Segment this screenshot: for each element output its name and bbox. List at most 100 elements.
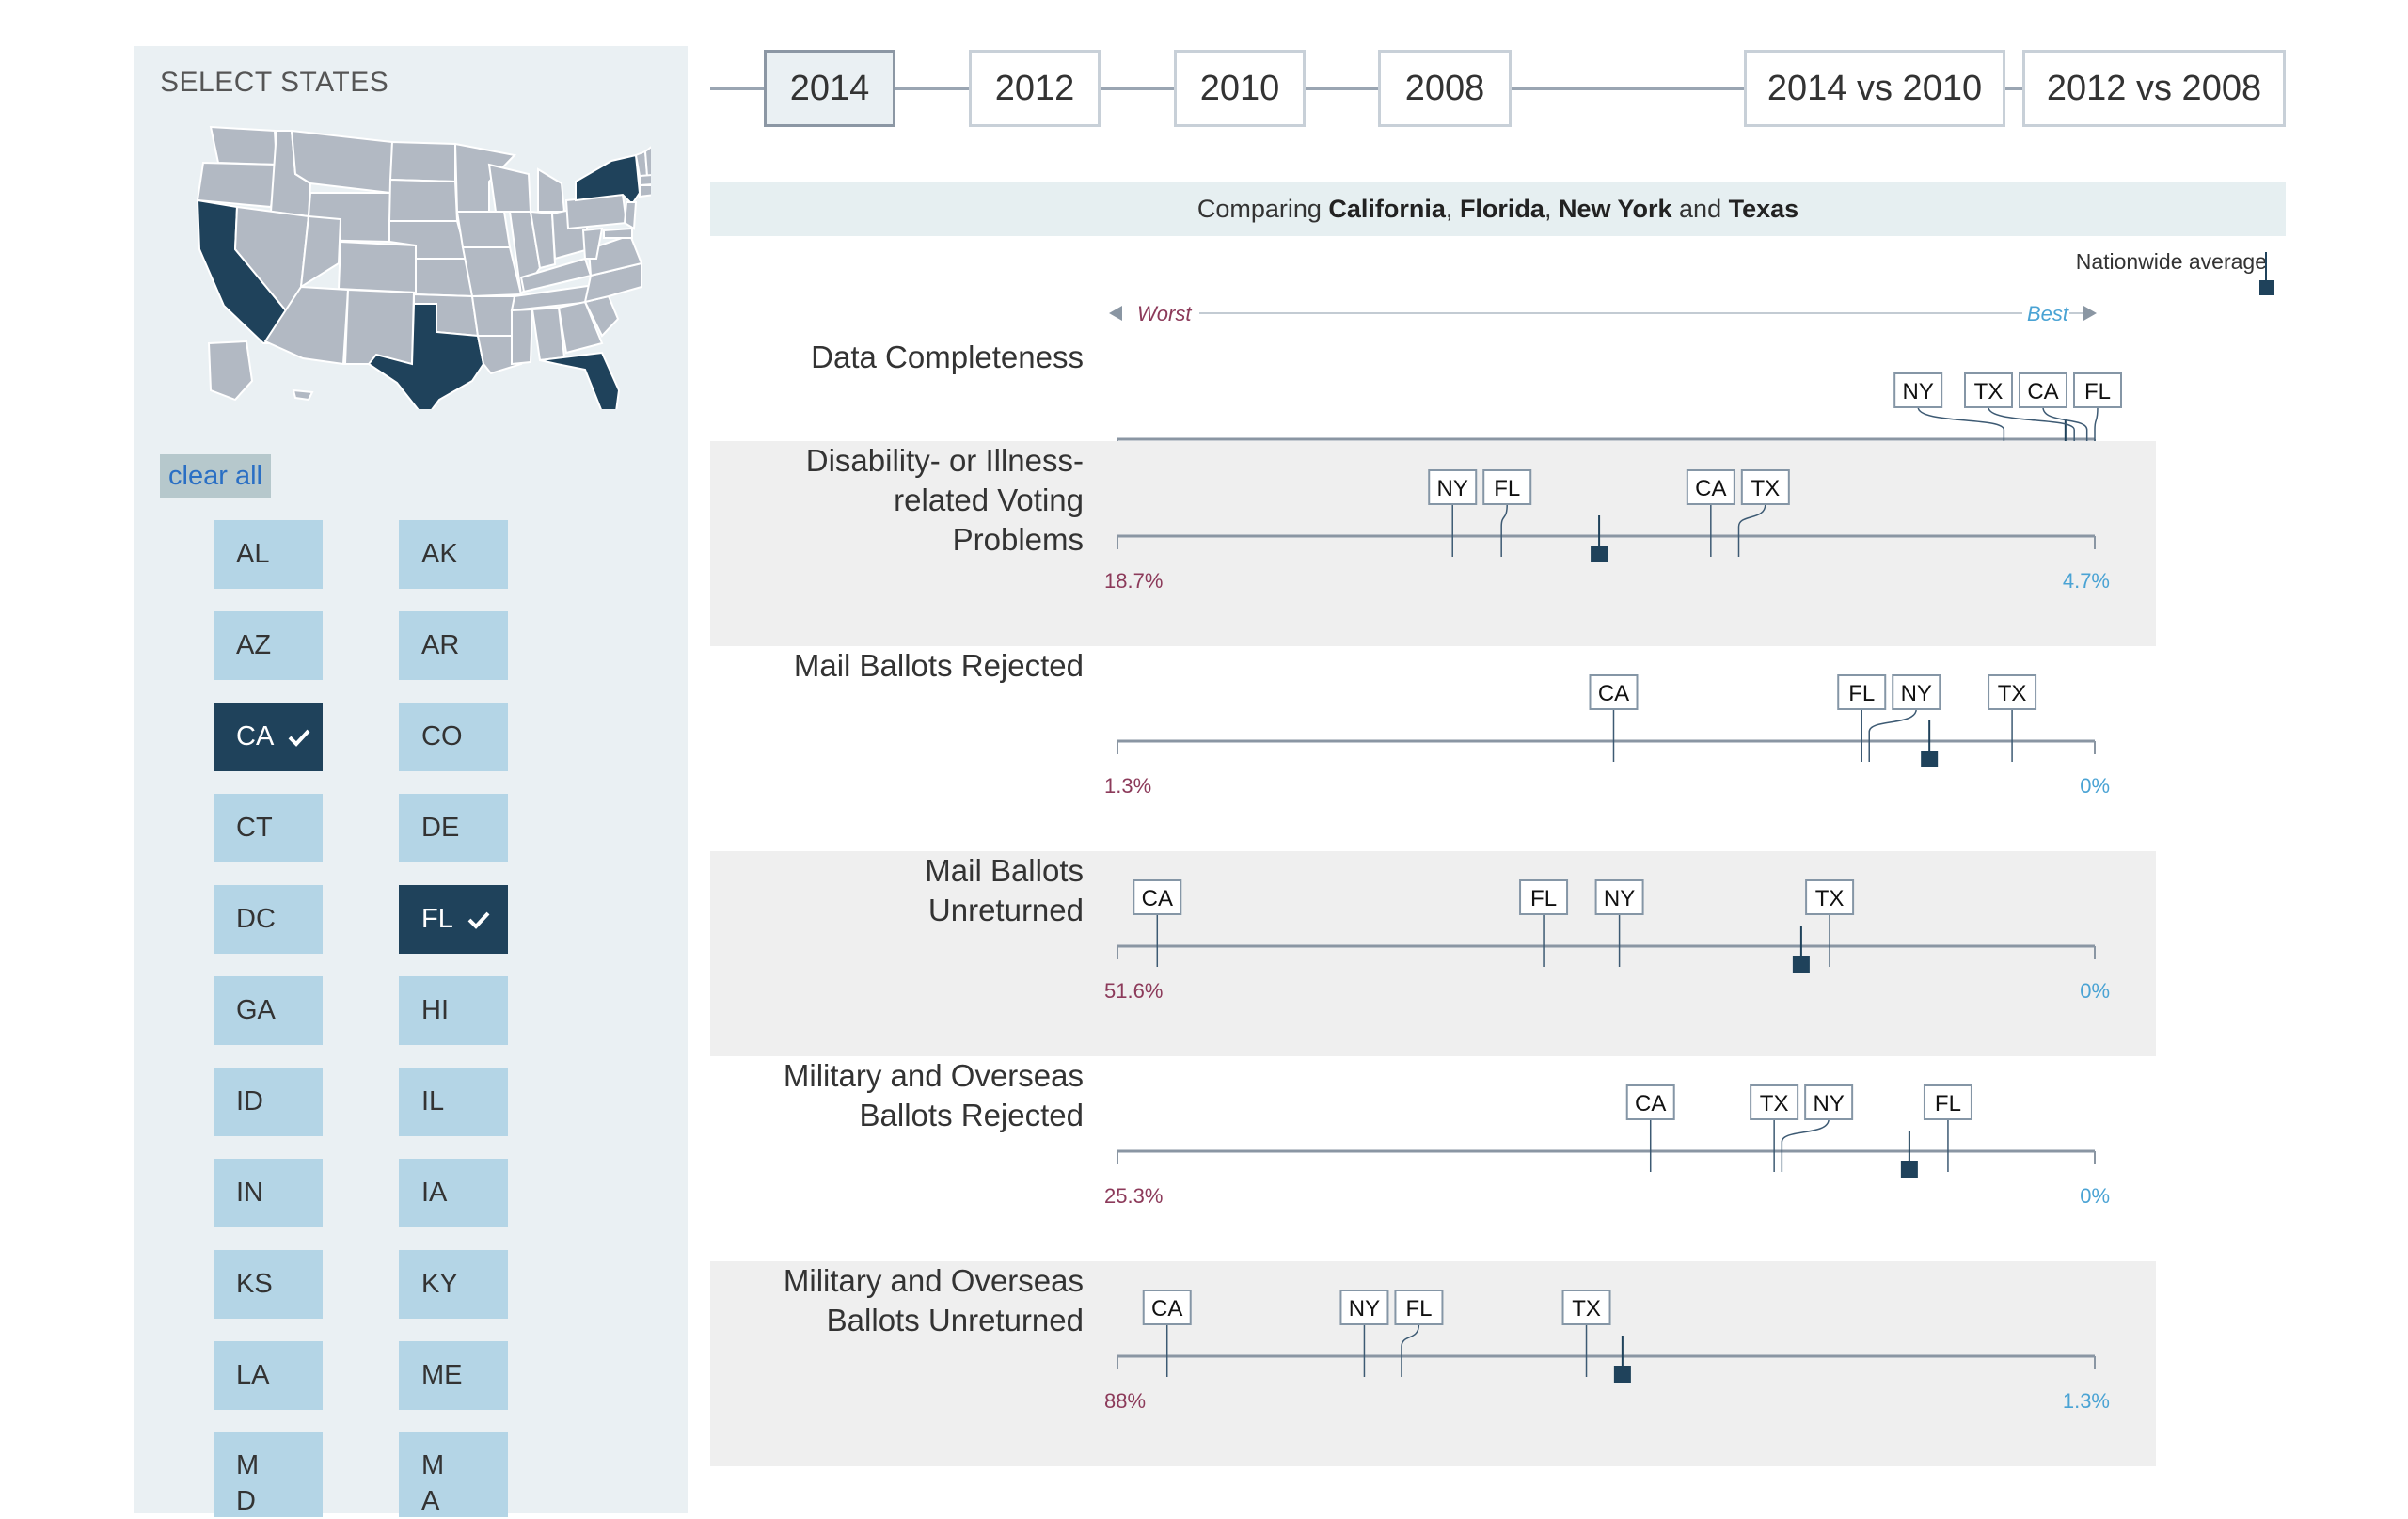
state-marker-tx[interactable]: TX	[1561, 1290, 1611, 1377]
state-button-dc[interactable]: DC	[214, 885, 323, 954]
state-label-text: TX	[1815, 886, 1845, 911]
state-label-text: CA	[1142, 886, 1173, 911]
state-button-ky[interactable]: KY	[399, 1250, 508, 1319]
map-state-fl[interactable]	[539, 351, 621, 409]
state-marker-tx[interactable]: TX	[1805, 879, 1855, 967]
axis-label-worst: 25.3%	[1104, 1184, 1163, 1208]
banner-separator: ,	[1544, 195, 1559, 223]
map-state-ny[interactable]	[575, 153, 642, 206]
map-state-mo[interactable]	[461, 246, 523, 298]
state-button-il[interactable]: IL	[399, 1068, 508, 1136]
map-state-hi[interactable]	[292, 388, 314, 402]
map-state-ut[interactable]	[299, 214, 342, 289]
state-marker-tx[interactable]: TX	[1988, 674, 2037, 762]
state-button-hi[interactable]: HI	[399, 976, 508, 1045]
state-label-text: CA	[1695, 476, 1726, 501]
state-marker-ca[interactable]: CA	[1589, 674, 1639, 762]
tab-2014-vs-2010[interactable]: 2014 vs 2010	[1744, 50, 2005, 127]
state-button-label: CO	[421, 721, 463, 752]
state-button-id[interactable]: ID	[214, 1068, 323, 1136]
map-state-sd[interactable]	[388, 178, 459, 222]
map-state-nd[interactable]	[388, 140, 456, 183]
state-marker-ny[interactable]: NY	[1339, 1290, 1389, 1377]
state-label-text: NY	[1903, 379, 1934, 404]
state-marker-fl[interactable]: FL	[2073, 372, 2122, 441]
state-button-in[interactable]: IN	[214, 1159, 323, 1227]
state-marker-ca[interactable]: CA	[1142, 1290, 1192, 1377]
indicator-chart: 0%100%NYTXCAFL	[1117, 372, 2122, 441]
state-button-co[interactable]: CO	[399, 703, 508, 771]
state-leader-line	[1500, 503, 1508, 557]
state-button-ga[interactable]: GA	[214, 976, 323, 1045]
state-button-la[interactable]: LA	[214, 1341, 323, 1410]
axis-label-best: 0%	[2080, 1184, 2110, 1208]
map-state-ar[interactable]	[470, 295, 516, 337]
state-label-text: TX	[1974, 379, 2004, 404]
state-marker-fl[interactable]: FL	[1837, 674, 1887, 762]
state-marker-ca[interactable]: CA	[1133, 879, 1182, 967]
state-button-az[interactable]: AZ	[214, 611, 323, 680]
tab-2008[interactable]: 2008	[1378, 50, 1512, 127]
state-label-text: FL	[2084, 379, 2111, 404]
state-button-label: IA	[421, 1178, 448, 1208]
state-leader-line	[1401, 1323, 1420, 1377]
indicator-row: Mail Ballots Rejected 1.3% 0% CA FL NY TX	[710, 646, 2156, 851]
state-marker-tx[interactable]: TX	[1737, 469, 1790, 557]
state-label-text: NY	[1349, 1296, 1380, 1321]
state-label-text: TX	[1760, 1091, 1789, 1116]
state-marker-ca[interactable]: CA	[1625, 1084, 1675, 1172]
state-marker-tx[interactable]: TX	[1750, 1084, 1799, 1172]
indicator-row: Disability- or Illness-related Voting Pr…	[710, 441, 2156, 646]
state-button-me[interactable]: ME	[399, 1341, 508, 1410]
state-button-ks[interactable]: KS	[214, 1250, 323, 1319]
tab-2010[interactable]: 2010	[1174, 50, 1306, 127]
state-marker-ca[interactable]: CA	[1686, 469, 1735, 557]
map-state-ms[interactable]	[511, 308, 534, 366]
map-state-nh[interactable]	[643, 146, 651, 177]
map-state-ia[interactable]	[455, 211, 512, 248]
map-state-nm[interactable]	[343, 288, 416, 365]
map-state-wi[interactable]	[487, 163, 532, 213]
state-button-ak[interactable]: AK	[399, 520, 508, 589]
tab-2012-vs-2008[interactable]: 2012 vs 2008	[2022, 50, 2286, 127]
state-button-ct[interactable]: CT	[214, 794, 323, 862]
state-button-al[interactable]: AL	[214, 520, 323, 589]
state-marker-fl[interactable]: FL	[1394, 1290, 1444, 1377]
state-marker-ny[interactable]: NY	[1594, 879, 1644, 967]
map-state-co[interactable]	[337, 240, 417, 294]
state-label-text: CA	[1635, 1091, 1666, 1116]
tab-2012[interactable]: 2012	[969, 50, 1101, 127]
state-marker-fl[interactable]: FL	[1519, 879, 1569, 967]
indicator-row: Military and Overseas Ballots Rejected 25…	[710, 1056, 2156, 1261]
state-marker-fl[interactable]: FL	[1923, 1084, 1972, 1172]
map-state-md[interactable]	[603, 227, 633, 239]
nationwide-average-marker	[1921, 751, 1939, 767]
indicator-chart: 51.6% 0% CA FL NY TX	[1104, 879, 2110, 1003]
map-state-ks[interactable]	[415, 258, 474, 298]
map-state-mi[interactable]	[537, 167, 566, 213]
map-state-nj[interactable]	[623, 201, 638, 230]
state-label-text: CA	[1598, 681, 1629, 706]
map-state-ak[interactable]	[207, 340, 254, 402]
nationwide-average-marker-icon	[2259, 252, 2274, 295]
nationwide-average-marker	[1792, 956, 1810, 973]
clear-all-button[interactable]: clear all	[160, 454, 271, 498]
banner-separator: ,	[1445, 195, 1460, 223]
map-state-ct[interactable]	[639, 184, 651, 198]
us-map[interactable]	[190, 118, 651, 409]
state-button-label: GA	[236, 995, 276, 1025]
state-button-ar[interactable]: AR	[399, 611, 508, 680]
state-button-ia[interactable]: IA	[399, 1159, 508, 1227]
state-leader-line	[1737, 503, 1766, 557]
state-button-label: MD	[236, 1450, 260, 1516]
state-button-ca[interactable]: CA	[214, 703, 323, 771]
state-button-de[interactable]: DE	[399, 794, 508, 862]
state-button-fl[interactable]: FL	[399, 885, 508, 954]
state-marker-ny[interactable]: NY	[1428, 469, 1478, 557]
map-state-ma[interactable]	[639, 174, 651, 187]
tab-2014[interactable]: 2014	[764, 50, 895, 127]
state-marker-fl[interactable]: FL	[1482, 469, 1532, 557]
map-state-or[interactable]	[196, 161, 278, 209]
indicator-chart: 88% 1.3% CA NY FL TX	[1104, 1290, 2110, 1413]
map-state-wa[interactable]	[209, 125, 278, 166]
